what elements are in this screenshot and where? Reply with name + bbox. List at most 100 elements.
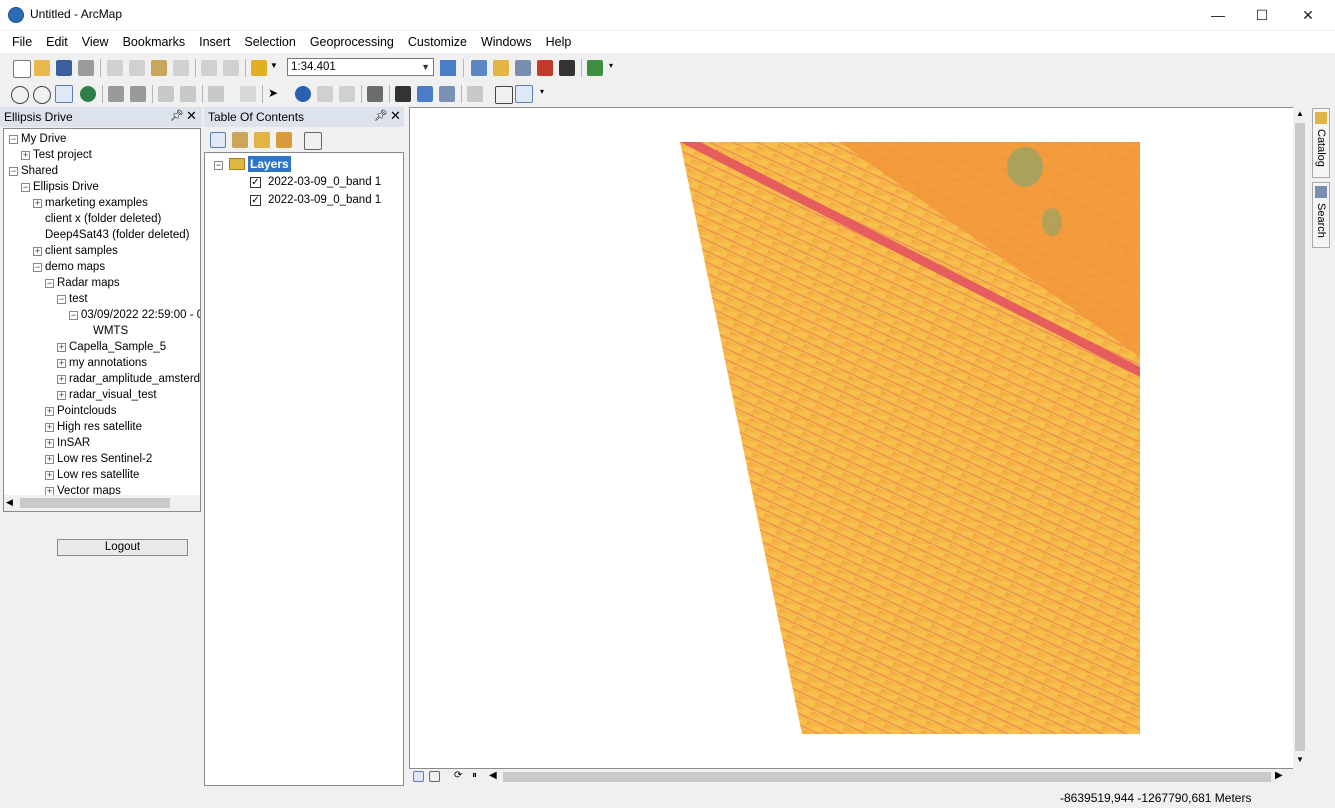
tree-item[interactable]: My Drive (21, 131, 66, 147)
scroll-left-icon[interactable]: ◀ (489, 770, 497, 781)
search-window-icon[interactable] (515, 60, 531, 76)
tree-item[interactable]: radar_visual_test (69, 387, 157, 403)
menu-customize[interactable]: Customize (401, 31, 474, 53)
scroll-left-icon[interactable]: ◀ (6, 497, 13, 508)
toolbar-options-icon[interactable]: ▾ (609, 61, 613, 70)
list-by-visibility-icon[interactable] (254, 132, 270, 148)
tree-item[interactable]: High res satellite (57, 419, 142, 435)
map-scale-combobox[interactable]: 1:34.401 ▼ (287, 58, 434, 76)
paste-icon[interactable] (151, 60, 167, 76)
collapse-icon[interactable]: − (45, 279, 54, 288)
menu-bookmarks[interactable]: Bookmarks (116, 31, 193, 53)
tree-item[interactable]: my annotations (69, 355, 147, 371)
expand-icon[interactable]: + (45, 455, 54, 464)
zoom-in-icon[interactable] (11, 86, 29, 104)
tree-item[interactable]: WMTS (93, 323, 128, 339)
arctoolbox-icon[interactable] (537, 60, 553, 76)
pin-icon[interactable]: 📌︎ (170, 109, 184, 122)
copy-icon[interactable] (129, 60, 145, 76)
tree-item[interactable]: demo maps (45, 259, 105, 275)
list-by-source-icon[interactable] (232, 132, 248, 148)
html-popup-icon[interactable] (339, 86, 355, 102)
hyperlink-icon[interactable] (317, 86, 333, 102)
tree-item[interactable]: Low res Sentinel-2 (57, 451, 152, 467)
menu-selection[interactable]: Selection (237, 31, 302, 53)
measure-icon[interactable] (367, 86, 383, 102)
save-icon[interactable] (56, 60, 72, 76)
go-forward-icon[interactable] (180, 86, 196, 102)
expand-icon[interactable]: + (45, 439, 54, 448)
layer-name[interactable]: 2022-03-09_0_band 1 (268, 192, 381, 208)
identify-icon[interactable] (295, 86, 311, 102)
scroll-up-icon[interactable]: ▲ (1296, 109, 1304, 118)
open-folder-icon[interactable] (34, 60, 50, 76)
go-back-icon[interactable] (158, 86, 174, 102)
expand-icon[interactable]: + (57, 391, 66, 400)
new-document-icon[interactable] (13, 60, 31, 78)
toc-options-icon[interactable] (304, 132, 322, 150)
model-builder-icon[interactable] (587, 60, 603, 76)
tree-item[interactable]: 03/09/2022 22:59:00 - 0 (81, 307, 200, 323)
time-slider-icon[interactable] (467, 86, 483, 102)
expand-icon[interactable]: + (33, 199, 42, 208)
menu-view[interactable]: View (75, 31, 116, 53)
menu-insert[interactable]: Insert (192, 31, 237, 53)
catalog-tab[interactable]: Catalog (1312, 108, 1330, 178)
pan-icon[interactable] (55, 85, 73, 103)
catalog-window-icon[interactable] (493, 60, 509, 76)
full-extent-icon[interactable] (80, 86, 96, 102)
map-horizontal-scrollbar[interactable]: ⟳ ⏸ ◀ ▶ (409, 769, 1295, 785)
expand-icon[interactable]: + (57, 343, 66, 352)
clear-selection-icon[interactable] (240, 86, 256, 102)
collapse-icon[interactable]: − (9, 167, 18, 176)
select-features-icon[interactable] (208, 86, 224, 102)
horizontal-scrollbar[interactable]: ◀ (4, 495, 200, 511)
maximize-button[interactable]: ☐ (1239, 0, 1285, 30)
collapse-layers-icon[interactable]: − (214, 161, 223, 170)
expand-icon[interactable]: + (57, 359, 66, 368)
tree-item[interactable]: Test project (33, 147, 92, 163)
collapse-icon[interactable]: − (9, 135, 18, 144)
python-window-icon[interactable] (559, 60, 575, 76)
toolbar-options-icon[interactable]: ▾ (540, 87, 544, 96)
menu-windows[interactable]: Windows (474, 31, 539, 53)
go-to-xy-icon[interactable] (439, 86, 455, 102)
tree-item[interactable]: Shared (21, 163, 58, 179)
data-view-icon[interactable] (413, 771, 424, 782)
close-icon[interactable]: ✕ (390, 108, 401, 124)
find-icon[interactable] (395, 86, 411, 102)
tree-item[interactable]: test (69, 291, 88, 307)
collapse-icon[interactable]: − (69, 311, 78, 320)
undo-icon[interactable] (201, 60, 217, 76)
expand-icon[interactable]: + (45, 407, 54, 416)
search-tab[interactable]: Search (1312, 182, 1330, 248)
expand-icon[interactable]: + (57, 375, 66, 384)
tree-item[interactable]: client x (folder deleted) (45, 211, 161, 227)
refresh-icon[interactable]: ⟳ (454, 770, 462, 781)
map-vertical-scrollbar[interactable]: ▲ ▼ (1293, 107, 1307, 769)
minimize-button[interactable]: — (1195, 0, 1241, 30)
zoom-out-icon[interactable] (33, 86, 51, 104)
tree-item[interactable]: marketing examples (45, 195, 148, 211)
add-data-dropdown-icon[interactable]: ▼ (270, 61, 278, 70)
menu-edit[interactable]: Edit (39, 31, 75, 53)
logout-button[interactable]: Logout (57, 539, 188, 556)
collapse-icon[interactable]: − (33, 263, 42, 272)
list-by-drawing-order-icon[interactable] (210, 132, 226, 148)
layout-view-icon[interactable] (429, 771, 440, 782)
layer-visibility-checkbox[interactable]: ✓ (250, 195, 261, 206)
tree-item[interactable]: Pointclouds (57, 403, 116, 419)
pause-drawing-icon[interactable]: ⏸ (472, 770, 477, 781)
expand-icon[interactable]: + (21, 151, 30, 160)
close-button[interactable]: ✕ (1285, 0, 1331, 30)
tree-item[interactable]: Ellipsis Drive (33, 179, 99, 195)
tree-item[interactable]: Radar maps (57, 275, 120, 291)
redo-icon[interactable] (223, 60, 239, 76)
expand-icon[interactable]: + (45, 471, 54, 480)
collapse-icon[interactable]: − (57, 295, 66, 304)
create-viewer-window-icon[interactable] (495, 86, 513, 104)
fixed-zoom-out-icon[interactable] (130, 86, 146, 102)
print-icon[interactable] (78, 60, 94, 76)
layer-name[interactable]: 2022-03-09_0_band 1 (268, 174, 381, 190)
tree-item[interactable]: Low res satellite (57, 467, 139, 483)
